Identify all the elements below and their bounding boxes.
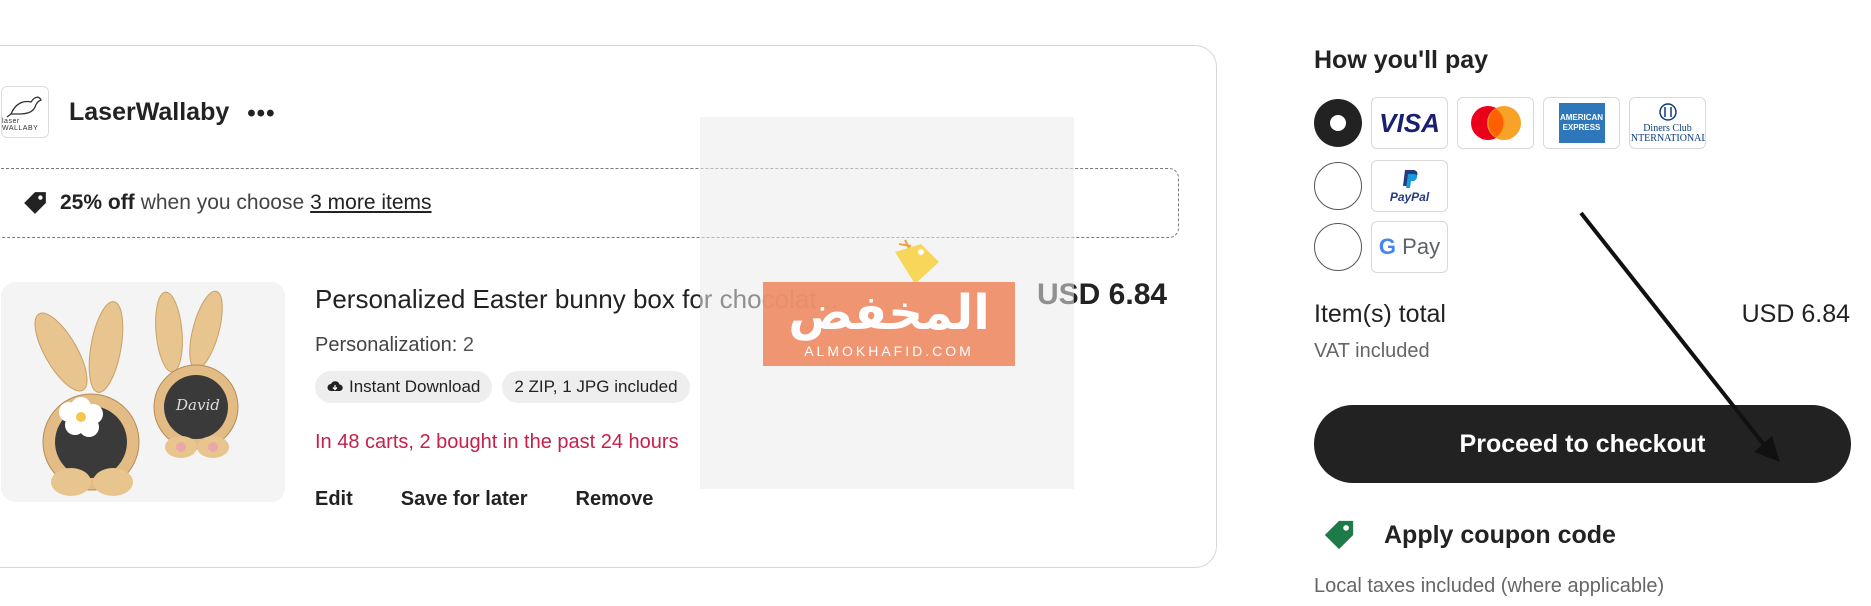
remove-button[interactable]: Remove <box>576 488 654 511</box>
instant-download-badge: Instant Download <box>315 371 493 403</box>
diners-logo: Diners Club INTERNATIONAL <box>1629 102 1706 144</box>
bunny-box-image: David <box>1 282 285 502</box>
payment-radio-google-pay[interactable] <box>1314 223 1362 271</box>
amex-label: AMERICAN EXPRESS <box>1558 103 1605 143</box>
shop-logo[interactable]: laser WALLABY <box>1 86 49 138</box>
instant-download-label: Instant Download <box>349 377 481 396</box>
price-tag-icon <box>895 239 939 284</box>
paypal-label: PayPal <box>1389 190 1430 204</box>
payment-option-google-pay: G Pay <box>1314 221 1448 273</box>
item-actions: Edit Save for later Remove <box>315 488 701 511</box>
promo-text: when you choose <box>140 191 305 214</box>
local-taxes-note: Local taxes included (where applicable) <box>1314 575 1665 597</box>
apply-coupon-button[interactable]: Apply coupon code <box>1322 518 1616 552</box>
payment-radio-paypal[interactable] <box>1314 162 1362 210</box>
payment-option-cards: VISA AMERICAN EXPRESS Diners Club INTERN… <box>1314 97 1706 149</box>
edit-button[interactable]: Edit <box>315 488 353 511</box>
tag-icon <box>24 192 46 214</box>
kangaroo-icon <box>6 96 42 118</box>
proceed-to-checkout-button[interactable]: Proceed to checkout <box>1314 405 1851 483</box>
product-badges: Instant Download 2 ZIP, 1 JPG included <box>315 371 690 403</box>
paypal-p <box>1402 170 1417 188</box>
apply-coupon-label: Apply coupon code <box>1384 520 1616 549</box>
diners-circle <box>1658 102 1677 121</box>
payment-option-paypal: PayPal <box>1314 160 1448 212</box>
cloud-download-icon <box>327 381 343 391</box>
watermark-english-text: ALMOKHAFID.COM <box>804 343 974 359</box>
bunny-name-text: David <box>175 396 220 414</box>
mastercard-circles <box>1470 106 1521 140</box>
american-express-icon: AMERICAN EXPRESS <box>1543 97 1620 149</box>
vat-note: VAT included <box>1314 340 1430 362</box>
google-pay-icon: G Pay <box>1371 221 1448 273</box>
payment-radio-cards[interactable] <box>1314 99 1362 147</box>
diners-label: Diners Club INTERNATIONAL <box>1629 122 1706 144</box>
diners-club-icon: Diners Club INTERNATIONAL <box>1629 97 1706 149</box>
personalization-info: Personalization: 2 <box>315 334 474 357</box>
paypal-icon: PayPal <box>1371 160 1448 212</box>
items-total-value: USD 6.84 <box>1741 300 1850 328</box>
demand-notice: In 48 carts, 2 bought in the past 24 hou… <box>315 431 679 453</box>
product-image[interactable]: David <box>1 282 285 502</box>
watermark-logo: المخفض ALMOKHAFID.COM <box>763 282 1015 366</box>
gpay-mark: G Pay <box>1378 234 1441 259</box>
files-included-badge: 2 ZIP, 1 JPG included <box>502 371 690 403</box>
more-options-icon[interactable]: ••• <box>247 100 275 128</box>
items-total-label: Item(s) total <box>1314 300 1446 328</box>
personalization-value: 2 <box>462 334 474 356</box>
personalization-label: Personalization: <box>315 334 458 356</box>
promo-more-items-link[interactable]: 3 more items <box>310 191 431 215</box>
shop-header: laser WALLABY LaserWallaby ••• <box>1 86 275 138</box>
shop-logo-text: laser WALLABY <box>2 118 39 132</box>
save-for-later-button[interactable]: Save for later <box>401 488 528 511</box>
gpay-label: Pay <box>1402 234 1441 259</box>
coupon-tag-icon <box>1324 520 1354 550</box>
visa-icon: VISA <box>1371 97 1448 149</box>
shop-name[interactable]: LaserWallaby <box>69 98 229 127</box>
visa-label: VISA <box>1379 107 1440 138</box>
promo-discount: 25% off <box>60 191 135 214</box>
watermark-arabic-text: المخفض <box>788 285 990 341</box>
payment-title: How you'll pay <box>1314 46 1489 74</box>
mastercard-icon <box>1457 97 1534 149</box>
